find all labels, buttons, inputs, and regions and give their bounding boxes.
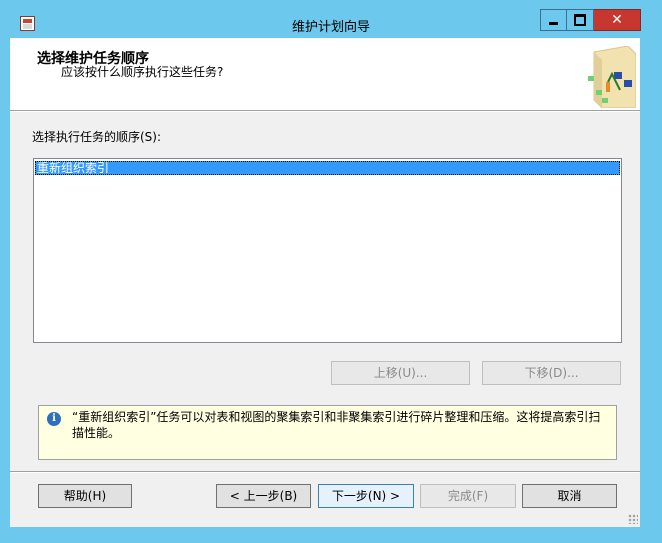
minimize-button[interactable] <box>540 9 567 31</box>
task-order-label: 选择执行任务的顺序(S): <box>32 130 162 144</box>
move-down-button[interactable]: 下移(D)... <box>482 361 621 385</box>
task-description-text: “重新组织索引”任务可以对表和视图的聚集索引和非聚集索引进行碎片整理和压缩。这将… <box>72 410 601 440</box>
wizard-window: 维护计划向导 ✕ 选择维护任务顺序 应该按什么顺序执行这些任务? 选择执行任务的… <box>0 0 662 543</box>
list-item[interactable]: 重新组织索引 <box>35 161 620 175</box>
help-button[interactable]: 帮助(H) <box>38 484 132 508</box>
info-icon: i <box>47 412 61 426</box>
wizard-header: 选择维护任务顺序 应该按什么顺序执行这些任务? <box>10 38 640 111</box>
footer-divider <box>10 472 640 473</box>
task-order-list[interactable]: 重新组织索引 <box>33 158 622 343</box>
next-button[interactable]: 下一步(N) > <box>318 484 414 508</box>
cancel-button[interactable]: 取消 <box>522 484 617 508</box>
resize-grip[interactable] <box>628 514 638 524</box>
finish-button[interactable]: 完成(F) <box>420 484 516 508</box>
close-button[interactable]: ✕ <box>594 9 641 31</box>
back-button[interactable]: < 上一步(B) <box>216 484 311 508</box>
close-icon: ✕ <box>611 12 623 28</box>
header-divider <box>10 111 640 112</box>
task-description-panel: i “重新组织索引”任务可以对表和视图的聚集索引和非聚集索引进行碎片整理和压缩。… <box>38 405 617 460</box>
wizard-graphic-icon <box>588 46 636 108</box>
maximize-button[interactable] <box>567 9 594 31</box>
move-up-button[interactable]: 上移(U)... <box>331 361 470 385</box>
wizard-body: 选择维护任务顺序 应该按什么顺序执行这些任务? 选择执行任务的顺序(S): 重新… <box>10 38 640 527</box>
page-subtitle: 应该按什么顺序执行这些任务? <box>61 65 224 79</box>
title-bar[interactable]: 维护计划向导 ✕ <box>0 0 662 38</box>
maximize-icon <box>574 14 586 26</box>
minimize-icon <box>549 22 558 25</box>
